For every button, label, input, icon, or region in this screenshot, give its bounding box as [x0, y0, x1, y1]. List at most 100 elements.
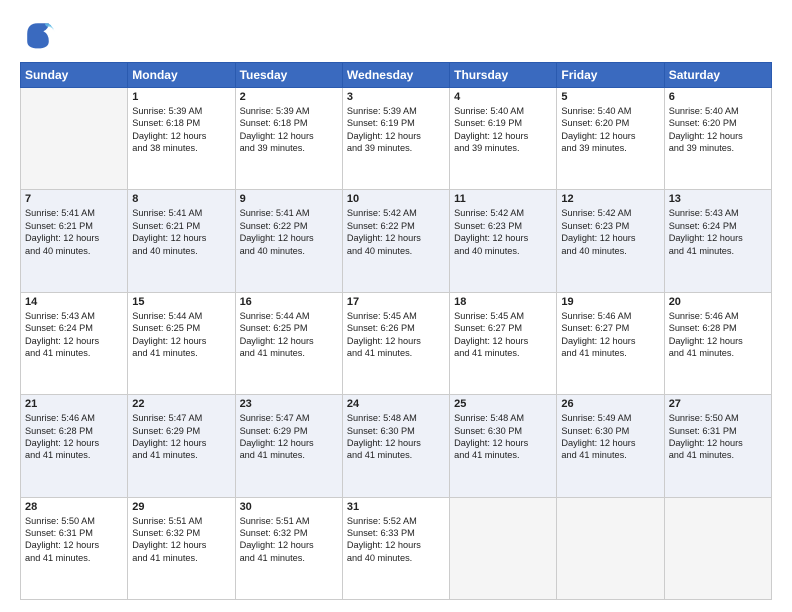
sunset-text: Sunset: 6:18 PM [240, 117, 338, 129]
daylight-minutes: and 40 minutes. [240, 245, 338, 257]
daylight-text: Daylight: 12 hours [669, 335, 767, 347]
sunrise-text: Sunrise: 5:52 AM [347, 515, 445, 527]
day-number: 3 [347, 91, 445, 103]
daylight-text: Daylight: 12 hours [561, 130, 659, 142]
calendar-header-row: SundayMondayTuesdayWednesdayThursdayFrid… [21, 63, 772, 88]
daylight-minutes: and 41 minutes. [25, 347, 123, 359]
col-header-saturday: Saturday [664, 63, 771, 88]
daylight-text: Daylight: 12 hours [240, 539, 338, 551]
calendar-cell: 14Sunrise: 5:43 AMSunset: 6:24 PMDayligh… [21, 292, 128, 394]
daylight-text: Daylight: 12 hours [347, 130, 445, 142]
sunrise-text: Sunrise: 5:42 AM [347, 207, 445, 219]
sunrise-text: Sunrise: 5:41 AM [25, 207, 123, 219]
daylight-minutes: and 39 minutes. [347, 142, 445, 154]
calendar-cell: 25 Sunrise: 5:48 AMSunset: 6:30 PMDayligh… [450, 395, 557, 497]
calendar-cell: 9Sunrise: 5:41 AMSunset: 6:22 PMDaylight… [235, 190, 342, 292]
day-number: 8 [132, 193, 230, 205]
calendar-cell: 18Sunrise: 5:45 AMSunset: 6:27 PMDayligh… [450, 292, 557, 394]
daylight-text: Daylight: 12 hours [669, 437, 767, 449]
day-number: 6 [669, 91, 767, 103]
sunset-text: Sunset: 6:31 PM [25, 527, 123, 539]
sunrise-text: Sunrise: 5:44 AM [240, 310, 338, 322]
calendar-cell: 6Sunrise: 5:40 AMSunset: 6:20 PMDaylight… [664, 88, 771, 190]
calendar-cell: 16Sunrise: 5:44 AMSunset: 6:25 PMDayligh… [235, 292, 342, 394]
day-number: 25 [454, 398, 552, 410]
sunset-text: Sunset: 6:22 PM [240, 220, 338, 232]
calendar-cell: 1Sunrise: 5:39 AMSunset: 6:18 PMDaylight… [128, 88, 235, 190]
sunset-text: Sunset: 6:25 PM [132, 322, 230, 334]
sunset-text: Sunset: 6:28 PM [669, 322, 767, 334]
day-number: 18 [454, 296, 552, 308]
calendar-cell: 10Sunrise: 5:42 AMSunset: 6:22 PMDayligh… [342, 190, 449, 292]
daylight-text: Daylight: 12 hours [561, 335, 659, 347]
calendar-cell: 13Sunrise: 5:43 AMSunset: 6:24 PMDayligh… [664, 190, 771, 292]
calendar-cell: 7Sunrise: 5:41 AMSunset: 6:21 PMDaylight… [21, 190, 128, 292]
calendar-cell [557, 497, 664, 599]
daylight-minutes: and 40 minutes. [347, 552, 445, 564]
calendar-cell [450, 497, 557, 599]
daylight-text: Daylight: 12 hours [454, 232, 552, 244]
calendar-cell: 15Sunrise: 5:44 AMSunset: 6:25 PMDayligh… [128, 292, 235, 394]
sunrise-text: Sunrise: 5:45 AM [347, 310, 445, 322]
daylight-text: Daylight: 12 hours [454, 437, 552, 449]
calendar-cell: 22Sunrise: 5:47 AMSunset: 6:29 PMDayligh… [128, 395, 235, 497]
sunrise-text: Sunrise: 5:48 AM [454, 412, 552, 424]
sunrise-text: Sunrise: 5:51 AM [240, 515, 338, 527]
daylight-text: Daylight: 12 hours [347, 539, 445, 551]
day-number: 28 [25, 501, 123, 513]
week-row-1: 1 Sunrise: 5:39 AM Sunset: 6:18 PM Daylight… [21, 88, 772, 190]
sunrise-text: Sunrise: 5:43 AM [669, 207, 767, 219]
col-header-tuesday: Tuesday [235, 63, 342, 88]
sunrise-text: Sunrise: 5:42 AM [561, 207, 659, 219]
sunset-text: Sunset: 6:24 PM [25, 322, 123, 334]
day-number: 19 [561, 296, 659, 308]
calendar-cell: 21Sunrise: 5:46 AMSunset: 6:28 PMDayligh… [21, 395, 128, 497]
sunrise-text: Sunrise: 5:40 AM [454, 105, 552, 117]
sunrise-text: Sunrise: 5:48 AM [347, 412, 445, 424]
sunset-text: Sunset: 6:30 PM [454, 425, 552, 437]
day-number: 1 [132, 91, 230, 103]
daylight-text: Daylight: 12 hours [347, 335, 445, 347]
day-number: 27 [669, 398, 767, 410]
daylight-minutes: and 41 minutes. [561, 449, 659, 461]
daylight-minutes: and 40 minutes. [347, 245, 445, 257]
daylight-minutes: and 40 minutes. [25, 245, 123, 257]
week-row-3: 14Sunrise: 5:43 AMSunset: 6:24 PMDayligh… [21, 292, 772, 394]
sunset-text: Sunset: 6:31 PM [669, 425, 767, 437]
col-header-wednesday: Wednesday [342, 63, 449, 88]
day-number: 10 [347, 193, 445, 205]
sunrise-text: Sunrise: 5:40 AM [561, 105, 659, 117]
week-row-4: 21Sunrise: 5:46 AMSunset: 6:28 PMDayligh… [21, 395, 772, 497]
header [20, 16, 772, 52]
daylight-minutes: and 39 minutes. [669, 142, 767, 154]
day-number: 14 [25, 296, 123, 308]
daylight-minutes: and 41 minutes. [25, 552, 123, 564]
sunset-text: Sunset: 6:30 PM [561, 425, 659, 437]
calendar-cell: 26Sunrise: 5:49 AMSunset: 6:30 PMDayligh… [557, 395, 664, 497]
daylight-text: Daylight: 12 hours [132, 232, 230, 244]
daylight-text: Daylight: 12 hours [240, 232, 338, 244]
day-number: 7 [25, 193, 123, 205]
sunrise-text: Sunrise: 5:39 AM [132, 105, 230, 117]
day-number: 11 [454, 193, 552, 205]
daylight-text: Daylight: 12 hours [25, 335, 123, 347]
col-header-friday: Friday [557, 63, 664, 88]
calendar-cell [664, 497, 771, 599]
daylight-minutes: and 39 minutes. [240, 142, 338, 154]
sunset-text: Sunset: 6:19 PM [347, 117, 445, 129]
sunset-text: Sunset: 6:23 PM [454, 220, 552, 232]
calendar-cell: 28Sunrise: 5:50 AMSunset: 6:31 PMDayligh… [21, 497, 128, 599]
sunrise-text: Sunrise: 5:40 AM [669, 105, 767, 117]
sunset-text: Sunset: 6:28 PM [25, 425, 123, 437]
sunset-text: Sunset: 6:21 PM [25, 220, 123, 232]
daylight-minutes: and 41 minutes. [669, 245, 767, 257]
logo [20, 16, 60, 52]
day-number: 30 [240, 501, 338, 513]
daylight-minutes: and 41 minutes. [454, 449, 552, 461]
daylight-minutes: and 40 minutes. [561, 245, 659, 257]
daylight-text: Daylight: 12 hours [669, 232, 767, 244]
sunset-text: Sunset: 6:30 PM [347, 425, 445, 437]
daylight-text: Daylight: 12 hours [240, 437, 338, 449]
sunrise-text: Sunrise: 5:47 AM [240, 412, 338, 424]
daylight-minutes: and 41 minutes. [132, 552, 230, 564]
